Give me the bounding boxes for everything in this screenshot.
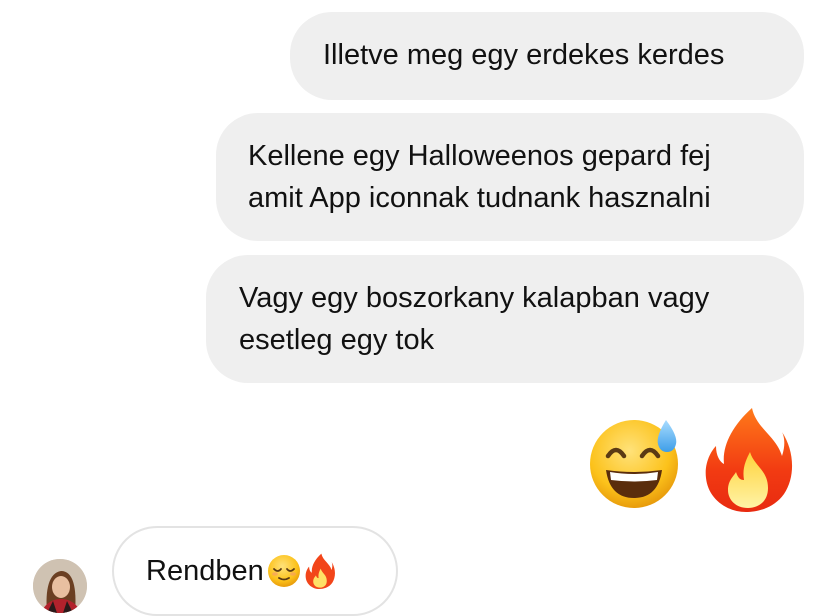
message-text: amit App iconnak tudnank hasznalni xyxy=(248,182,711,214)
message-text: Illetve meg egy erdekes kerdes xyxy=(323,39,725,71)
relieved-face-emoji xyxy=(267,555,300,587)
sweat-smile-emoji[interactable] xyxy=(586,414,682,510)
message-text: Rendben xyxy=(146,554,264,587)
fire-emoji[interactable] xyxy=(702,406,794,512)
fire-emoji xyxy=(305,553,335,589)
message-text: Kellene egy Halloweenos gepard fej xyxy=(248,140,711,172)
outgoing-message-bubble[interactable]: Vagy egy boszorkany kalapban vagy esetle… xyxy=(206,255,804,383)
outgoing-message-bubble[interactable]: Kellene egy Halloweenos gepard fej amit … xyxy=(216,113,804,241)
message-text: Vagy egy boszorkany kalapban vagy xyxy=(239,282,710,314)
incoming-message-bubble[interactable]: Rendben xyxy=(112,526,398,616)
avatar-photo xyxy=(33,559,87,613)
outgoing-message-bubble[interactable]: Illetve meg egy erdekes kerdes xyxy=(290,12,804,100)
message-text: esetleg egy tok xyxy=(239,324,435,356)
sender-avatar[interactable] xyxy=(33,559,87,613)
